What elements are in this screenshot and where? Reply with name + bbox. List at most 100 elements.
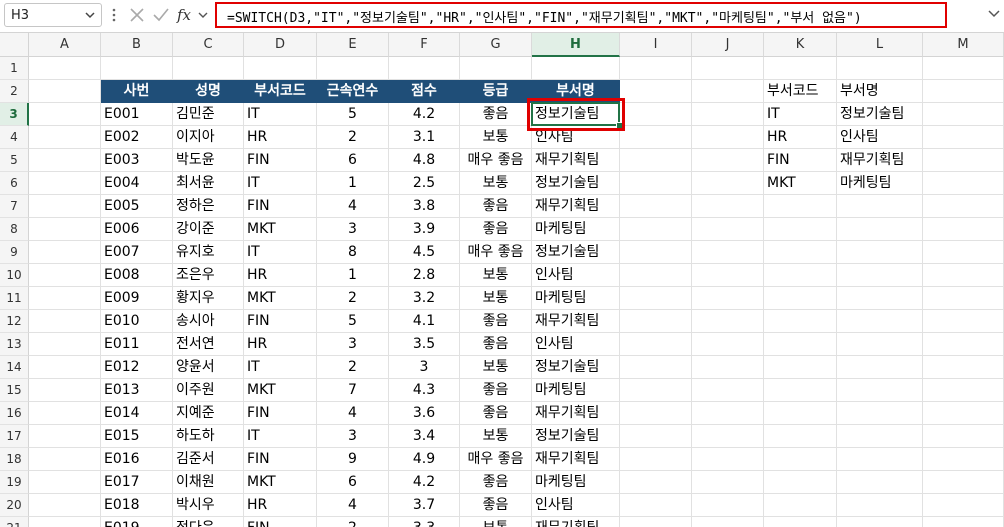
table-cell[interactable]: 5 bbox=[317, 310, 389, 333]
table-header[interactable]: 사번 bbox=[101, 80, 173, 103]
column-header[interactable]: B bbox=[101, 33, 173, 57]
empty-cell[interactable] bbox=[29, 310, 101, 333]
table-cell[interactable]: 4.2 bbox=[389, 103, 460, 126]
table-cell[interactable]: 4.5 bbox=[389, 241, 460, 264]
empty-cell[interactable] bbox=[620, 356, 692, 379]
empty-cell[interactable] bbox=[620, 471, 692, 494]
empty-cell[interactable] bbox=[923, 172, 1004, 195]
table-cell[interactable]: 4.9 bbox=[389, 448, 460, 471]
table-cell[interactable]: 6 bbox=[317, 471, 389, 494]
table-cell[interactable]: 좋음 bbox=[460, 310, 532, 333]
empty-cell[interactable] bbox=[837, 218, 923, 241]
table-cell[interactable]: 3 bbox=[317, 333, 389, 356]
empty-cell[interactable] bbox=[692, 241, 764, 264]
table-cell[interactable]: 재무기획팀 bbox=[532, 149, 620, 172]
empty-cell[interactable] bbox=[101, 57, 173, 80]
table-cell[interactable]: FIN bbox=[244, 448, 317, 471]
row-header[interactable]: 19 bbox=[0, 471, 29, 494]
chevron-down-icon[interactable] bbox=[85, 12, 95, 19]
table-cell[interactable]: 좋음 bbox=[460, 333, 532, 356]
empty-cell[interactable] bbox=[923, 103, 1004, 126]
table-cell[interactable]: 정다은 bbox=[173, 517, 244, 527]
empty-cell[interactable] bbox=[923, 149, 1004, 172]
table-cell[interactable]: 마케팅팀 bbox=[532, 287, 620, 310]
table-cell[interactable]: 좋음 bbox=[460, 195, 532, 218]
table-cell[interactable]: HR bbox=[244, 494, 317, 517]
empty-cell[interactable] bbox=[837, 195, 923, 218]
table-cell[interactable]: 2 bbox=[317, 517, 389, 527]
empty-cell[interactable] bbox=[620, 494, 692, 517]
empty-cell[interactable] bbox=[692, 149, 764, 172]
table-cell[interactable]: E006 bbox=[101, 218, 173, 241]
table-cell[interactable]: 정보기술팀 bbox=[532, 241, 620, 264]
empty-cell[interactable] bbox=[173, 57, 244, 80]
table-cell[interactable]: E013 bbox=[101, 379, 173, 402]
table-header[interactable]: 등급 bbox=[460, 80, 532, 103]
table-cell[interactable]: 4 bbox=[317, 494, 389, 517]
table-cell[interactable]: IT bbox=[244, 172, 317, 195]
column-header[interactable]: D bbox=[244, 33, 317, 57]
table-cell[interactable]: 6 bbox=[317, 149, 389, 172]
table-cell[interactable]: 최서윤 bbox=[173, 172, 244, 195]
row-header[interactable]: 4 bbox=[0, 126, 29, 149]
table-cell[interactable]: 2.5 bbox=[389, 172, 460, 195]
empty-cell[interactable] bbox=[764, 517, 837, 527]
table-cell[interactable]: 좋음 bbox=[460, 471, 532, 494]
row-header[interactable]: 10 bbox=[0, 264, 29, 287]
empty-cell[interactable] bbox=[692, 448, 764, 471]
lookup-cell[interactable]: 정보기술팀 bbox=[837, 103, 923, 126]
empty-cell[interactable] bbox=[692, 333, 764, 356]
empty-cell[interactable] bbox=[29, 126, 101, 149]
table-cell[interactable]: E008 bbox=[101, 264, 173, 287]
empty-cell[interactable] bbox=[620, 172, 692, 195]
empty-cell[interactable] bbox=[620, 402, 692, 425]
table-cell[interactable]: 재무기획팀 bbox=[532, 195, 620, 218]
empty-cell[interactable] bbox=[692, 126, 764, 149]
table-cell[interactable]: 박도윤 bbox=[173, 149, 244, 172]
empty-cell[interactable] bbox=[692, 356, 764, 379]
empty-cell[interactable] bbox=[923, 517, 1004, 527]
table-cell[interactable]: 인사팀 bbox=[532, 494, 620, 517]
empty-cell[interactable] bbox=[692, 172, 764, 195]
table-header[interactable]: 근속연수 bbox=[317, 80, 389, 103]
table-cell[interactable]: 3.7 bbox=[389, 494, 460, 517]
table-cell[interactable]: 재무기획팀 bbox=[532, 448, 620, 471]
table-cell[interactable]: 마케팅팀 bbox=[532, 218, 620, 241]
empty-cell[interactable] bbox=[923, 471, 1004, 494]
table-cell[interactable]: 보통 bbox=[460, 517, 532, 527]
table-cell[interactable]: 3.8 bbox=[389, 195, 460, 218]
column-header[interactable]: A bbox=[29, 33, 101, 57]
empty-cell[interactable] bbox=[29, 218, 101, 241]
empty-cell[interactable] bbox=[923, 80, 1004, 103]
empty-cell[interactable] bbox=[837, 471, 923, 494]
table-header[interactable]: 점수 bbox=[389, 80, 460, 103]
row-header[interactable]: 7 bbox=[0, 195, 29, 218]
table-cell[interactable]: 좋음 bbox=[460, 218, 532, 241]
table-cell[interactable]: 4.1 bbox=[389, 310, 460, 333]
table-cell[interactable]: MKT bbox=[244, 471, 317, 494]
empty-cell[interactable] bbox=[29, 80, 101, 103]
table-cell[interactable]: E011 bbox=[101, 333, 173, 356]
column-header[interactable]: G bbox=[460, 33, 532, 57]
table-cell[interactable]: E005 bbox=[101, 195, 173, 218]
table-cell[interactable]: 8 bbox=[317, 241, 389, 264]
empty-cell[interactable] bbox=[620, 218, 692, 241]
column-header[interactable]: M bbox=[923, 33, 1004, 57]
empty-cell[interactable] bbox=[923, 310, 1004, 333]
table-cell[interactable]: 정보기술팀 bbox=[532, 356, 620, 379]
empty-cell[interactable] bbox=[837, 448, 923, 471]
empty-cell[interactable] bbox=[620, 126, 692, 149]
table-cell[interactable]: 9 bbox=[317, 448, 389, 471]
row-header[interactable]: 9 bbox=[0, 241, 29, 264]
column-header[interactable]: C bbox=[173, 33, 244, 57]
table-cell[interactable]: 4.3 bbox=[389, 379, 460, 402]
table-cell[interactable]: MKT bbox=[244, 287, 317, 310]
empty-cell[interactable] bbox=[29, 195, 101, 218]
empty-cell[interactable] bbox=[460, 57, 532, 80]
empty-cell[interactable] bbox=[764, 264, 837, 287]
table-cell[interactable]: 4 bbox=[317, 195, 389, 218]
empty-cell[interactable] bbox=[692, 218, 764, 241]
table-cell[interactable]: E012 bbox=[101, 356, 173, 379]
empty-cell[interactable] bbox=[923, 425, 1004, 448]
empty-cell[interactable] bbox=[620, 425, 692, 448]
